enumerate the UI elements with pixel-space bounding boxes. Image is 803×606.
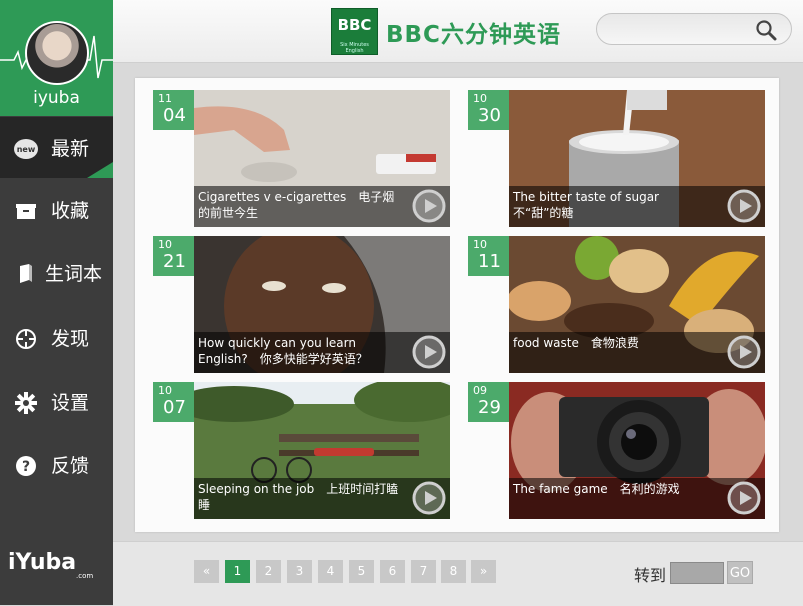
- article-caption: Sleeping on the job 上班时间打瞌睡: [194, 478, 450, 519]
- compass-icon: [14, 327, 38, 351]
- page-button-8[interactable]: 8: [441, 560, 466, 583]
- article-grid: 11 04 Cigarettes v e-cigarettes 电子烟的前世今生 …: [135, 78, 779, 532]
- article-title: Cigarettes v e-cigarettes 电子烟的前世今生: [198, 190, 395, 220]
- pagination-bar: « 1 2 3 4 5 6 7 8 » 转到 GO: [113, 541, 803, 606]
- article-caption: The fame game 名利的游戏: [509, 478, 765, 519]
- help-icon: ?: [14, 454, 38, 478]
- article-caption: How quickly can you learn English? 你多快能学…: [194, 332, 450, 373]
- next-page-button[interactable]: »: [471, 560, 496, 583]
- nav-item-feedback[interactable]: ? 反馈: [0, 434, 113, 496]
- article-card[interactable]: 10 11 food waste 食物浪费: [468, 236, 765, 373]
- article-card[interactable]: 10 30 The bitter taste of sugar 不“甜”的糖: [468, 90, 765, 227]
- page-button-2[interactable]: 2: [256, 560, 281, 583]
- page-button-4[interactable]: 4: [318, 560, 343, 583]
- date-badge: 10 21: [153, 236, 194, 276]
- article-caption: Cigarettes v e-cigarettes 电子烟的前世今生: [194, 186, 450, 227]
- article-card[interactable]: 10 21 How quickly can you learn English? …: [153, 236, 450, 373]
- article-title: The fame game 名利的游戏: [513, 482, 680, 496]
- app-window: iyuba new 最新 收藏 生词本 发现 设置 ? 反馈 iYuba .co…: [0, 0, 803, 606]
- bbc-logo: BBC Six Minutes English: [331, 8, 378, 55]
- page-button-3[interactable]: 3: [287, 560, 312, 583]
- nav-item-label: 最新: [51, 138, 90, 160]
- play-icon[interactable]: [726, 188, 762, 224]
- search-icon[interactable]: [755, 19, 777, 41]
- article-title: The bitter taste of sugar 不“甜”的糖: [513, 190, 671, 220]
- nav-item-vocabulary[interactable]: 生词本: [0, 242, 113, 304]
- new-icon: new: [14, 137, 38, 161]
- article-title: food waste 食物浪费: [513, 336, 639, 350]
- search-box[interactable]: [596, 13, 792, 45]
- nav-item-label: 发现: [51, 328, 90, 350]
- nav-item-label: 反馈: [51, 455, 90, 477]
- gear-icon: [14, 391, 38, 415]
- app-title: BBC六分钟英语: [386, 22, 561, 48]
- profile-panel: iyuba: [0, 0, 113, 116]
- prev-page-button[interactable]: «: [194, 560, 219, 583]
- nav-item-label: 收藏: [51, 200, 90, 222]
- article-card[interactable]: 09 29 The fame game 名利的游戏: [468, 382, 765, 519]
- article-card[interactable]: 11 04 Cigarettes v e-cigarettes 电子烟的前世今生: [153, 90, 450, 227]
- go-button[interactable]: GO: [727, 561, 753, 584]
- iyuba-logo: iYuba .com: [8, 550, 94, 580]
- nav-item-discover[interactable]: 发现: [0, 307, 113, 369]
- page-button-7[interactable]: 7: [411, 560, 436, 583]
- play-icon[interactable]: [411, 334, 447, 370]
- article-caption: The bitter taste of sugar 不“甜”的糖: [509, 186, 765, 227]
- search-input[interactable]: [609, 20, 753, 40]
- date-badge: 09 29: [468, 382, 509, 422]
- nav-item-latest[interactable]: new 最新: [0, 117, 113, 178]
- page-button-1[interactable]: 1: [225, 560, 250, 583]
- nav-item-label: 设置: [51, 392, 90, 414]
- play-icon[interactable]: [726, 480, 762, 516]
- page-button-5[interactable]: 5: [349, 560, 374, 583]
- play-icon[interactable]: [411, 480, 447, 516]
- play-icon[interactable]: [726, 334, 762, 370]
- book-icon: [14, 262, 38, 286]
- article-title: Sleeping on the job 上班时间打瞌睡: [198, 482, 399, 512]
- article-title: How quickly can you learn English? 你多快能学…: [198, 336, 368, 366]
- username[interactable]: iyuba: [0, 88, 113, 108]
- article-caption: food waste 食物浪费: [509, 332, 765, 373]
- date-badge: 11 04: [153, 90, 194, 130]
- goto-page-input[interactable]: [670, 562, 724, 584]
- play-icon[interactable]: [411, 188, 447, 224]
- date-badge: 10 07: [153, 382, 194, 422]
- article-card[interactable]: 10 07 Sleeping on the job 上班时间打瞌睡: [153, 382, 450, 519]
- date-badge: 10 11: [468, 236, 509, 276]
- avatar[interactable]: [25, 21, 89, 85]
- box-icon: [14, 199, 38, 223]
- sidebar: iyuba new 最新 收藏 生词本 发现 设置 ? 反馈 iYuba .co…: [0, 0, 113, 605]
- svg-text:?: ?: [22, 459, 30, 475]
- date-badge: 10 30: [468, 90, 509, 130]
- nav-item-label: 生词本: [45, 263, 103, 285]
- page-button-6[interactable]: 6: [380, 560, 405, 583]
- header: BBC Six Minutes English BBC六分钟英语: [113, 0, 803, 63]
- nav-item-settings[interactable]: 设置: [0, 371, 113, 433]
- goto-label: 转到: [634, 566, 667, 585]
- nav-item-favorites[interactable]: 收藏: [0, 179, 113, 241]
